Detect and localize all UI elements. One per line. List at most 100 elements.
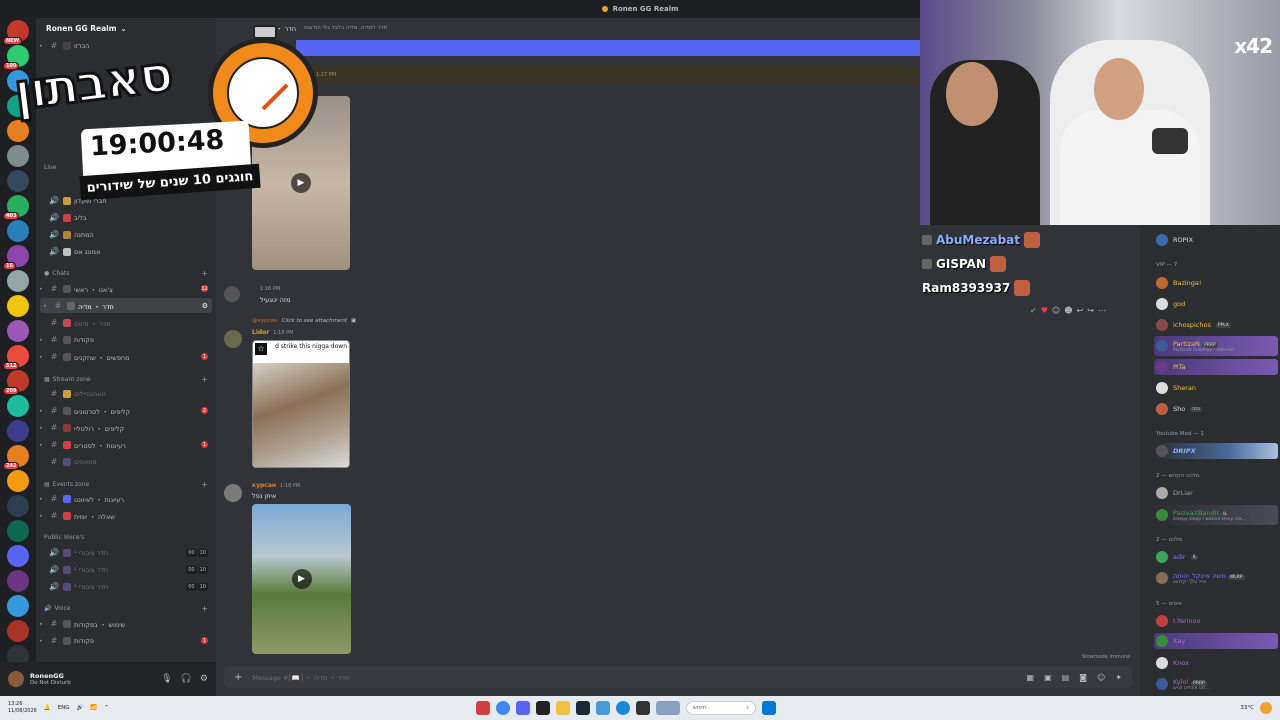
server-icon[interactable] [7, 270, 29, 292]
voice-channel-item[interactable]: 🔊 חדר ציבורי ¹ 00 10 [36, 545, 216, 560]
server-icon[interactable]: 242 [3, 445, 29, 470]
gift-icon[interactable]: ▣ [1044, 673, 1052, 682]
add-reaction-icon[interactable]: ☻ [1064, 306, 1072, 315]
add-channel-icon[interactable]: + [201, 375, 208, 384]
server-icon[interactable] [7, 395, 29, 417]
obs-icon[interactable] [536, 701, 550, 715]
reply-preview[interactable]: @курсан Click to see attachment ▣ [252, 318, 356, 324]
channel-item[interactable]: ▸ # רעיונות ・ לסטרים 1 [36, 437, 216, 452]
channel-item[interactable]: 🔊 המתנה [36, 227, 216, 242]
volume-icon[interactable]: 🔊 [77, 705, 84, 711]
category-public-voice[interactable]: Public Voice's [44, 534, 208, 541]
channel-item[interactable]: ▸ # פקודות 1 [36, 633, 216, 648]
member-item[interactable]: god [1154, 296, 1278, 312]
member-item[interactable]: DRIPX [1154, 443, 1278, 459]
member-item[interactable]: PasivaXBandit IL sleepy sleep I wanna sle… [1154, 505, 1278, 525]
member-item[interactable]: PiTa [1154, 359, 1278, 375]
more-icon[interactable]: ⋯ [1098, 306, 1106, 315]
add-channel-icon[interactable]: + [201, 604, 208, 613]
server-icon[interactable] [7, 295, 29, 317]
folder-icon[interactable] [556, 701, 570, 715]
channel-item[interactable]: ▸ # מחפשים ・ שחקנים 1 [36, 349, 216, 364]
gear-icon[interactable]: ⚙ [200, 674, 208, 684]
reply-icon[interactable]: ↩ [1077, 306, 1084, 315]
voice-channel-item[interactable]: 🔊 חדר ציבורי ³ 00 10 [36, 579, 216, 594]
message-username[interactable]: Lidor [252, 329, 269, 336]
category-events-zone[interactable]: ▤ Events zone + [44, 480, 208, 489]
member-item[interactable]: ROPIX [1154, 232, 1278, 248]
message-composer[interactable]: + Message #⎢📖⎥ ・ חדר ・ מדיה ▦ ▣ ▤ ◙ ☺ ✦ [224, 666, 1132, 688]
channel-item[interactable]: ▸ # שימוש ・ בפקודות [36, 616, 216, 631]
chrome-icon[interactable] [496, 701, 510, 715]
channel-item[interactable]: 🔊 אמונג אס [36, 244, 216, 259]
member-item[interactable]: I.Yarinov [1154, 613, 1278, 629]
member-item[interactable]: Bazinga! [1154, 275, 1278, 291]
wifi-icon[interactable]: 📶 [90, 705, 97, 711]
server-icon[interactable] [7, 470, 29, 492]
avatar[interactable] [224, 484, 242, 502]
clock[interactable]: 13:26 11/08/2026 [8, 701, 37, 715]
channel-item[interactable]: ▸ # פקודות [36, 332, 216, 347]
settings-icon[interactable]: ⚙ [202, 302, 208, 310]
message-input[interactable]: Message #⎢📖⎥ ・ חדר ・ מדיה [252, 672, 349, 682]
star-icon[interactable]: ☆ [255, 343, 267, 355]
discord-icon[interactable] [516, 701, 530, 715]
taskbar-search[interactable]: חיפוש ⌕ [686, 701, 756, 715]
weather-value[interactable]: 33°C [1240, 705, 1254, 711]
emoji-icon[interactable]: ☺ [1097, 673, 1105, 682]
member-item[interactable]: adir IL [1154, 549, 1278, 565]
member-item[interactable]: Sho ככה [1154, 401, 1278, 417]
lang-indicator[interactable]: ENG [58, 705, 70, 711]
channel-item[interactable]: ▸ # קליפים ・ לסרטונים 2 [36, 403, 216, 418]
member-item[interactable]: Knox [1154, 655, 1278, 671]
channel-item[interactable]: ▸ # שאלה ・ יומית [36, 508, 216, 523]
channel-item[interactable]: ▸ # רעיונות ・ לאיוונט [36, 491, 216, 506]
add-channel-icon[interactable]: + [201, 269, 208, 278]
server-icon[interactable]: 512 [3, 345, 29, 370]
heart-reaction-icon[interactable]: ♥ [1041, 306, 1048, 315]
member-item[interactable]: DrLiar [1154, 485, 1278, 501]
channel-item-active[interactable]: ▸ # חדר ・ מדיה ⚙ [40, 298, 212, 313]
server-icon[interactable] [7, 545, 29, 567]
app-launcher-icon[interactable]: ▦ [1027, 673, 1035, 682]
forward-icon[interactable]: ↪ [1087, 306, 1094, 315]
store-icon[interactable] [596, 701, 610, 715]
notifications-icon[interactable]: 🔔 [44, 705, 51, 711]
sticker-icon[interactable]: ◙ [1079, 673, 1087, 682]
terminal-icon[interactable] [636, 701, 650, 715]
channel-item[interactable]: ▸ # צ'אט ・ ראשי 12 [36, 281, 216, 296]
channel-item[interactable]: ▸ # קליפים ・ רולטליי [36, 420, 216, 435]
category-stream-zone[interactable]: ▦ Stream zone + [44, 375, 208, 384]
member-item[interactable]: משה איינקל_יהותה WLRP אייל טלן - קלחוא [1154, 568, 1278, 588]
play-icon[interactable]: ▶ [291, 569, 312, 589]
server-icon[interactable]: 16 [3, 245, 29, 270]
channel-item[interactable]: # סטאפים [36, 454, 216, 469]
channel-item[interactable]: # חדר ・ מימס [36, 315, 216, 330]
avatar[interactable] [224, 330, 242, 348]
member-item[interactable]: Kylo! PRRP לוט אחולים לגיים... [1154, 674, 1278, 694]
check-reaction-icon[interactable]: ✔ [1030, 306, 1037, 315]
steam-icon[interactable] [576, 701, 590, 715]
emoji-reaction-icon[interactable]: ☺ [1052, 306, 1060, 315]
member-item[interactable]: Itay [1154, 633, 1278, 649]
server-icon[interactable] [7, 320, 29, 342]
add-server-icon[interactable] [7, 645, 29, 662]
server-icon[interactable] [7, 420, 29, 442]
edge-icon[interactable] [616, 701, 630, 715]
add-channel-icon[interactable]: + [201, 480, 208, 489]
category-voice[interactable]: 🔊 Voice + [44, 604, 208, 613]
server-icon[interactable] [7, 220, 29, 242]
avatar[interactable] [224, 286, 240, 302]
server-icon[interactable] [7, 620, 29, 642]
category-chats[interactable]: ● Chats + [44, 269, 208, 278]
headphones-icon[interactable]: 🎧 [181, 674, 192, 684]
member-item[interactable]: Sheran [1154, 380, 1278, 396]
member-item[interactable]: ichospichos PPLX [1154, 317, 1278, 333]
server-icon[interactable] [7, 570, 29, 592]
apps-icon[interactable]: ✦ [1115, 673, 1122, 682]
taskbar-app-icon[interactable] [656, 701, 680, 715]
tray-chevron-icon[interactable]: ⌃ [104, 705, 109, 711]
gif-icon[interactable]: ▤ [1062, 673, 1070, 682]
start-icon[interactable] [762, 701, 776, 715]
microphone-icon[interactable]: 🎙 [161, 674, 172, 684]
